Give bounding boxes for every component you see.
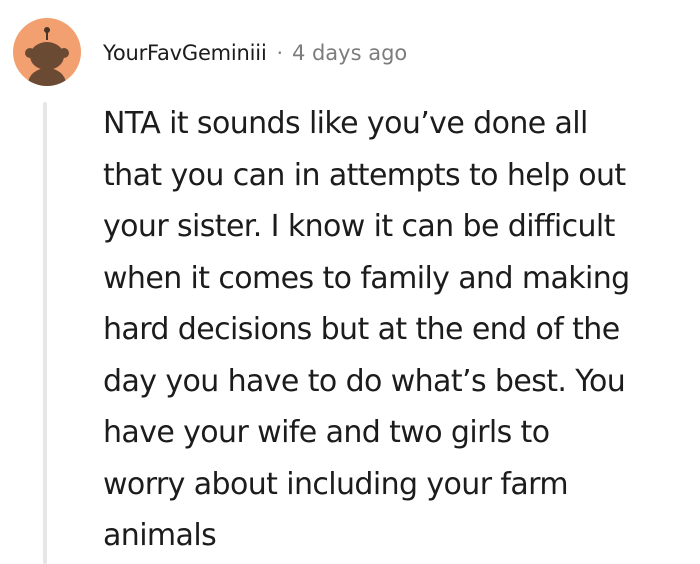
comment: YourFavGeminiii · 4 days ago NTA it soun… (0, 0, 700, 564)
comment-body-line: when it comes to family and making (103, 260, 630, 296)
user-avatar[interactable] (13, 18, 81, 86)
comment-body-line: animals (103, 518, 217, 553)
comment-body-line: that you can in attempts to help out (103, 157, 626, 193)
comment-timestamp[interactable]: 4 days ago (292, 41, 407, 65)
comment-body-line: have your wife and two girls to (103, 415, 550, 450)
comment-body-line: your sister. I know it can be difficult (103, 209, 615, 244)
comment-meta: YourFavGeminiii · 4 days ago (103, 38, 407, 68)
comment-body-line: NTA it sounds like you’ve done all (103, 106, 588, 141)
comment-body-line: hard decisions but at the end of the (103, 312, 620, 347)
snoo-avatar-icon (25, 27, 69, 86)
comment-body-line: day you have to do what’s best. You (103, 363, 626, 399)
author-username[interactable]: YourFavGeminiii (103, 41, 267, 65)
comment-body-line: worry about including your farm (103, 466, 569, 502)
comment-body: NTA it sounds like you’ve done all that … (103, 98, 698, 562)
thread-collapse-line[interactable] (43, 102, 47, 564)
meta-separator: · (276, 41, 283, 65)
